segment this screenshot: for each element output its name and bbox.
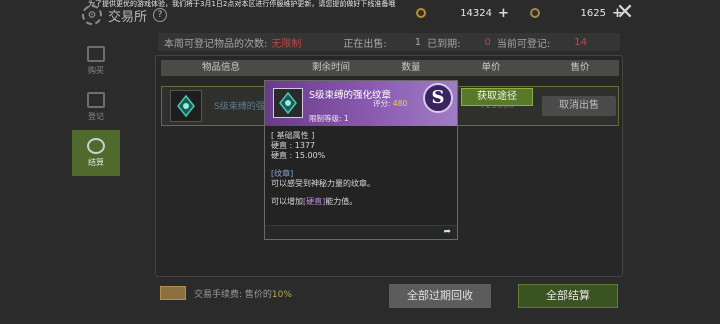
tooltip-footer: ➦ xyxy=(265,225,457,239)
score-label: 评分: xyxy=(373,99,391,108)
table-header: 物品信息 剩余时间 数量 单价 售价 xyxy=(161,60,619,76)
col-sale-price: 售价 xyxy=(570,62,590,73)
col-remaining-time: 剩余时间 xyxy=(311,62,350,73)
col-quantity: 数量 xyxy=(401,62,421,73)
title-area: ⚙ 交易所 ? xyxy=(82,5,168,25)
tooltip-score: 评分: 480 xyxy=(373,98,407,109)
tooltip-body: [ 基础属性 ] 硬直 : 1377 硬直 : 15.00% [纹章] 可以感受… xyxy=(271,131,453,207)
emblem-tag: [纹章] xyxy=(271,169,294,178)
nav-buy[interactable]: 购买 xyxy=(72,38,120,84)
help-icon[interactable]: ? xyxy=(153,8,168,22)
attr-line-2: 硬直 : 15.00% xyxy=(271,151,326,160)
desc2-highlight: [硬直] xyxy=(303,197,326,206)
score-value: 480 xyxy=(392,99,408,108)
side-navigation: 购买 登记 结算 xyxy=(72,38,120,176)
emblem-icon xyxy=(170,90,202,122)
desc-line-2: 可以增加[硬直]能力值。 xyxy=(271,197,453,207)
nav-register-label: 登记 xyxy=(88,112,104,121)
cancel-sale-button[interactable]: 取消出售 xyxy=(542,96,616,116)
gold-coin-icon xyxy=(416,8,426,18)
gold-amount: 14324 xyxy=(460,7,492,19)
nav-settle-label: 结算 xyxy=(88,158,104,167)
item-tooltip: S级束缚的强化纹章 评分: 480 限制等级: 1 S [ 基础属性 ] 硬直 … xyxy=(264,80,458,240)
gold-currency: 14324 + xyxy=(416,5,509,21)
close-button[interactable]: ✕ xyxy=(614,2,636,24)
share-icon[interactable]: ➦ xyxy=(443,227,451,237)
shop-icon xyxy=(87,46,105,62)
ticket-icon xyxy=(160,286,186,300)
on-sale-label: 正在出售: xyxy=(343,38,387,50)
nav-buy-label: 购买 xyxy=(88,66,104,75)
fee-label: 交易手续费: 售价的10% xyxy=(194,287,292,300)
fee-label-text: 交易手续费: 售价的 xyxy=(194,289,272,300)
settle-all-button[interactable]: 全部结算 xyxy=(518,284,618,308)
coins-icon xyxy=(87,138,105,154)
nav-register[interactable]: 登记 xyxy=(72,84,120,130)
get-source-button[interactable]: 获取途径 xyxy=(461,88,533,106)
weekly-value: 无限制 xyxy=(271,38,302,50)
recall-expired-button[interactable]: 全部过期回收 xyxy=(389,284,491,308)
available-label: 当前可登记: xyxy=(496,38,551,50)
col-item-info: 物品信息 xyxy=(201,62,240,73)
gear-icon: ⚙ xyxy=(82,5,102,25)
fee-info: 交易手续费: 售价的10% xyxy=(160,286,292,300)
top-bar: ⚙ 交易所 ? 14324 + 1625 + ✕ xyxy=(0,0,720,28)
page-title: 交易所 xyxy=(108,9,148,25)
nav-settle[interactable]: 结算 xyxy=(72,130,120,176)
add-gold-button[interactable]: + xyxy=(498,6,509,21)
point-coin-icon xyxy=(530,8,540,18)
grade-badge: S xyxy=(423,83,453,113)
desc2-pre: 可以增加 xyxy=(271,197,303,206)
expired-label: 已到期: xyxy=(427,38,461,50)
weekly-label: 本周可登记物品的次数: xyxy=(164,38,268,50)
col-unit-price: 单价 xyxy=(481,62,501,73)
building-icon xyxy=(87,92,105,108)
desc2-post: 能力值。 xyxy=(325,197,358,206)
on-sale-value: 1 xyxy=(414,36,422,48)
desc-line-1: 可以感受到神秘力量的纹章。 xyxy=(271,179,375,188)
basic-attr-header: [ 基础属性 ] xyxy=(271,131,315,140)
expired-value: 0 xyxy=(484,36,491,48)
emblem-icon xyxy=(273,88,303,118)
tooltip-level: 限制等级: 1 xyxy=(309,114,349,123)
fee-percent: 10% xyxy=(271,289,292,300)
available-value: 14 xyxy=(574,36,587,48)
status-bar: 本周可登记物品的次数: 无限制 正在出售: 1 已到期: 0 当前可登记: 14 xyxy=(158,33,620,51)
attr-line-1: 硬直 : 1377 xyxy=(271,141,316,150)
tooltip-header: S级束缚的强化纹章 评分: 480 限制等级: 1 S xyxy=(265,81,457,126)
point-currency: 1625 + xyxy=(530,5,623,21)
point-amount: 1625 xyxy=(580,7,606,19)
